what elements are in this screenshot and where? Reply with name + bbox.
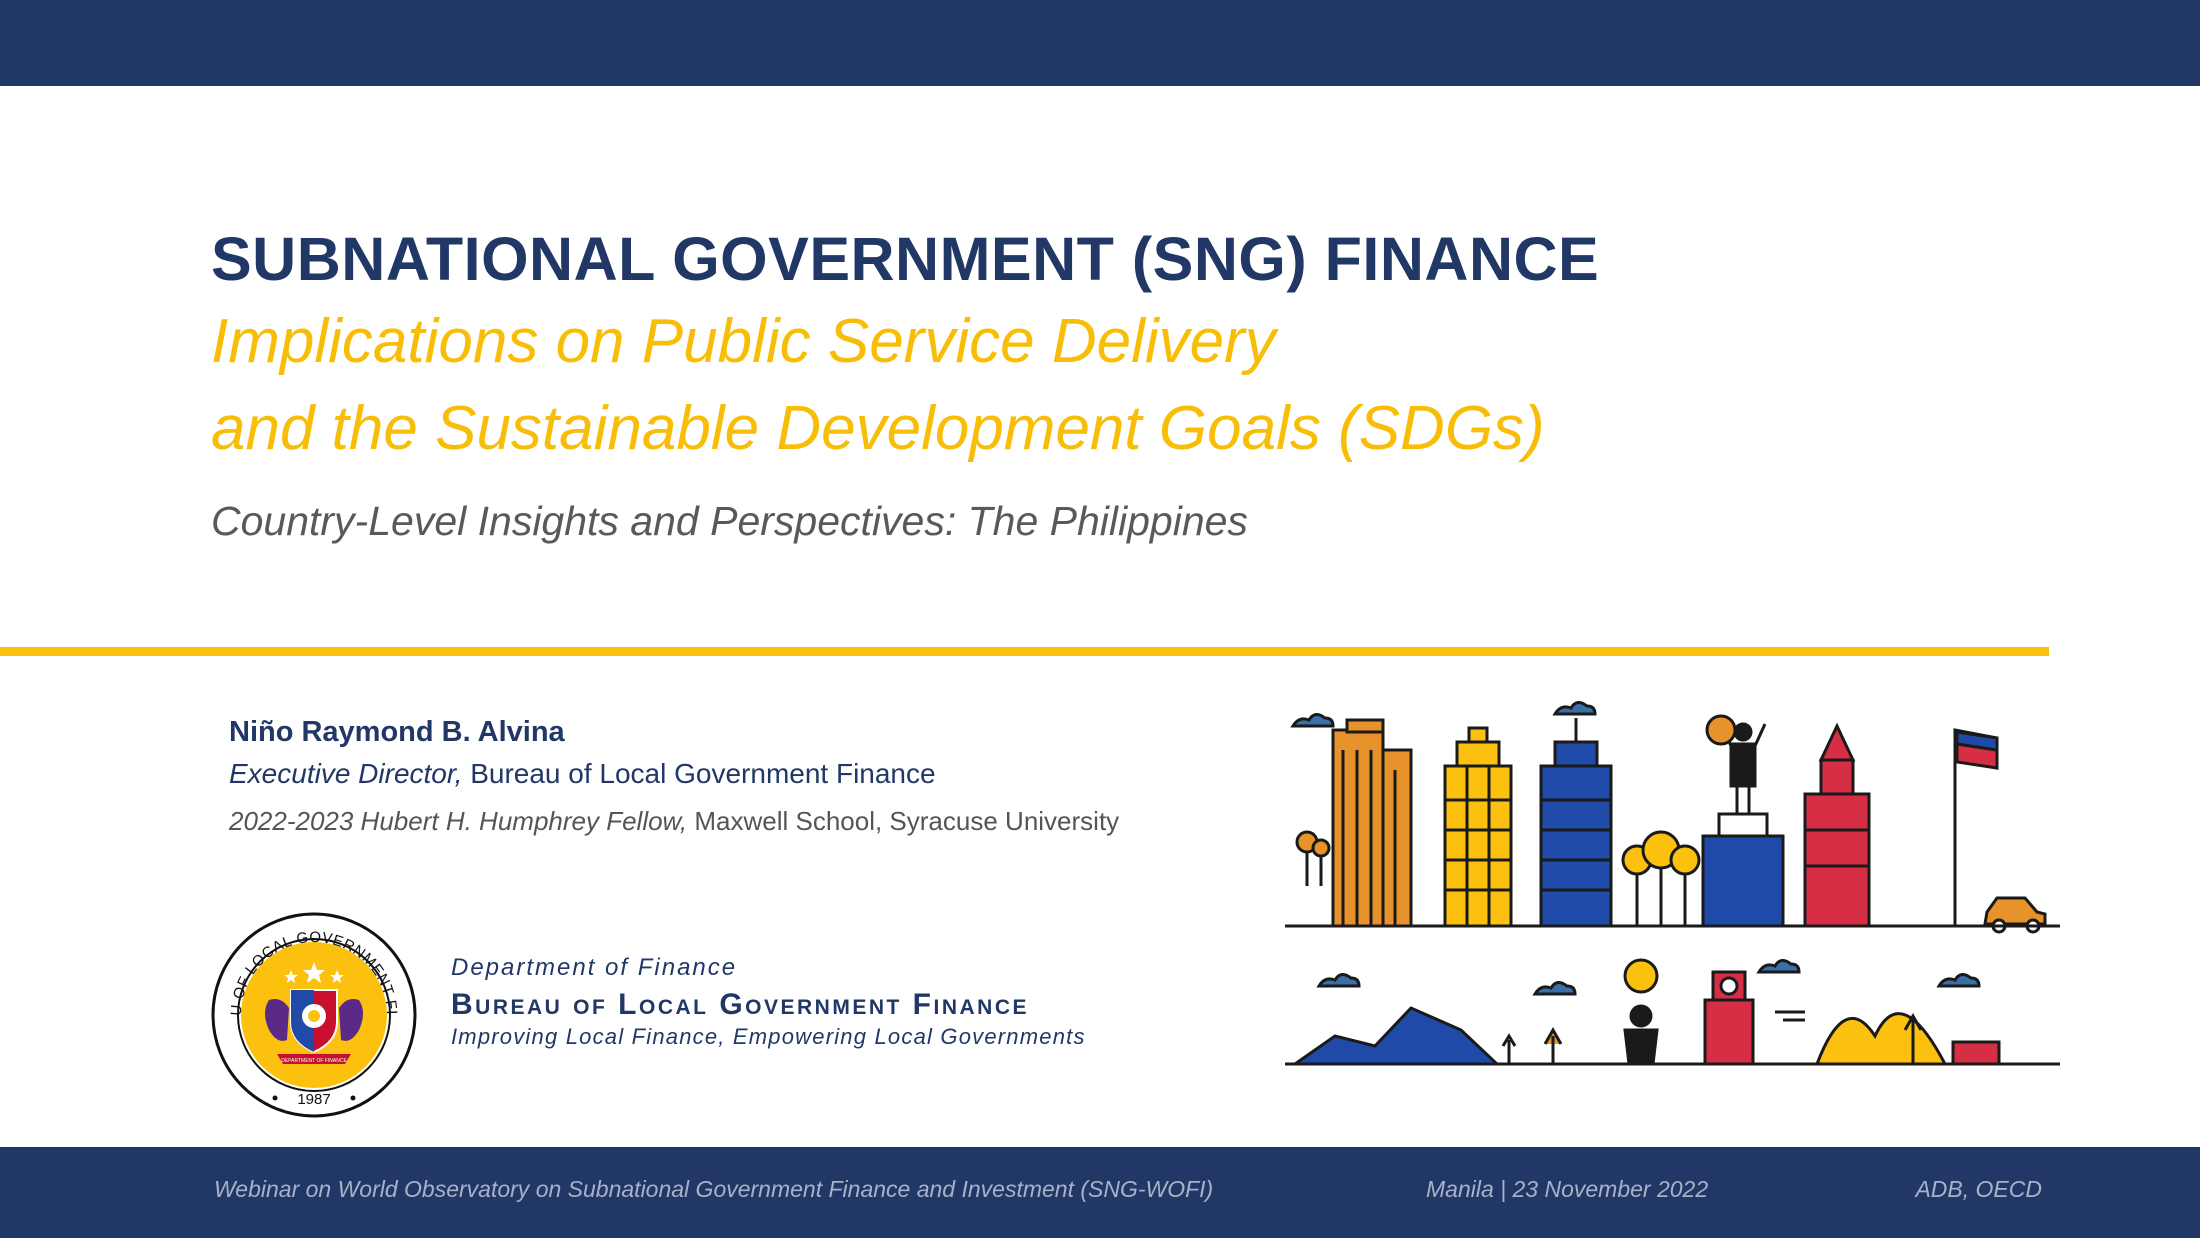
bureau-name: Bureau of Local Government Finance — [451, 988, 1029, 1021]
bureau-tagline: Improving Local Finance, Empowering Loca… — [451, 1024, 1086, 1049]
footer-event: Webinar on World Observatory on Subnatio… — [214, 1176, 1214, 1202]
slide-title: SUBNATIONAL GOVERNMENT (SNG) FINANCE — [211, 225, 1600, 293]
subtitle-country: Country-Level Insights and Perspectives:… — [211, 498, 1248, 544]
subtitle-line-1: Implications on Public Service Delivery — [211, 307, 1276, 376]
bureau-seal-logo-icon: BUREAU OF LOCAL GOVERNMENT FINANCE 1987 … — [211, 912, 417, 1118]
presenter-name: Niño Raymond B. Alvina — [229, 716, 565, 748]
presenter-role: Executive Director, Bureau of Local Gove… — [229, 758, 936, 790]
fellowship-title: 2022-2023 Hubert H. Humphrey Fellow, — [229, 806, 688, 836]
subtitle-line-2: and the Sustainable Development Goals (S… — [211, 394, 1545, 463]
fellowship-org: Maxwell School, Syracuse University — [694, 806, 1120, 836]
footer-partners: ADB, OECD — [1915, 1176, 2042, 1202]
presenter-fellowship: 2022-2023 Hubert H. Humphrey Fellow, Max… — [229, 806, 1119, 837]
role-title: Executive Director, — [229, 758, 463, 789]
top-banner — [0, 0, 2200, 86]
divider-rule — [0, 647, 2049, 656]
role-org: Bureau of Local Government Finance — [470, 758, 936, 789]
footer-place-date: Manila | 23 November 2022 — [1426, 1176, 1709, 1202]
seal-year: 1987 — [297, 1091, 330, 1108]
seal-ribbon-text: DEPARTMENT OF FINANCE — [281, 1058, 347, 1064]
department-name: Department of Finance — [451, 954, 738, 981]
cityscape-illustration-icon — [1285, 701, 2060, 1066]
